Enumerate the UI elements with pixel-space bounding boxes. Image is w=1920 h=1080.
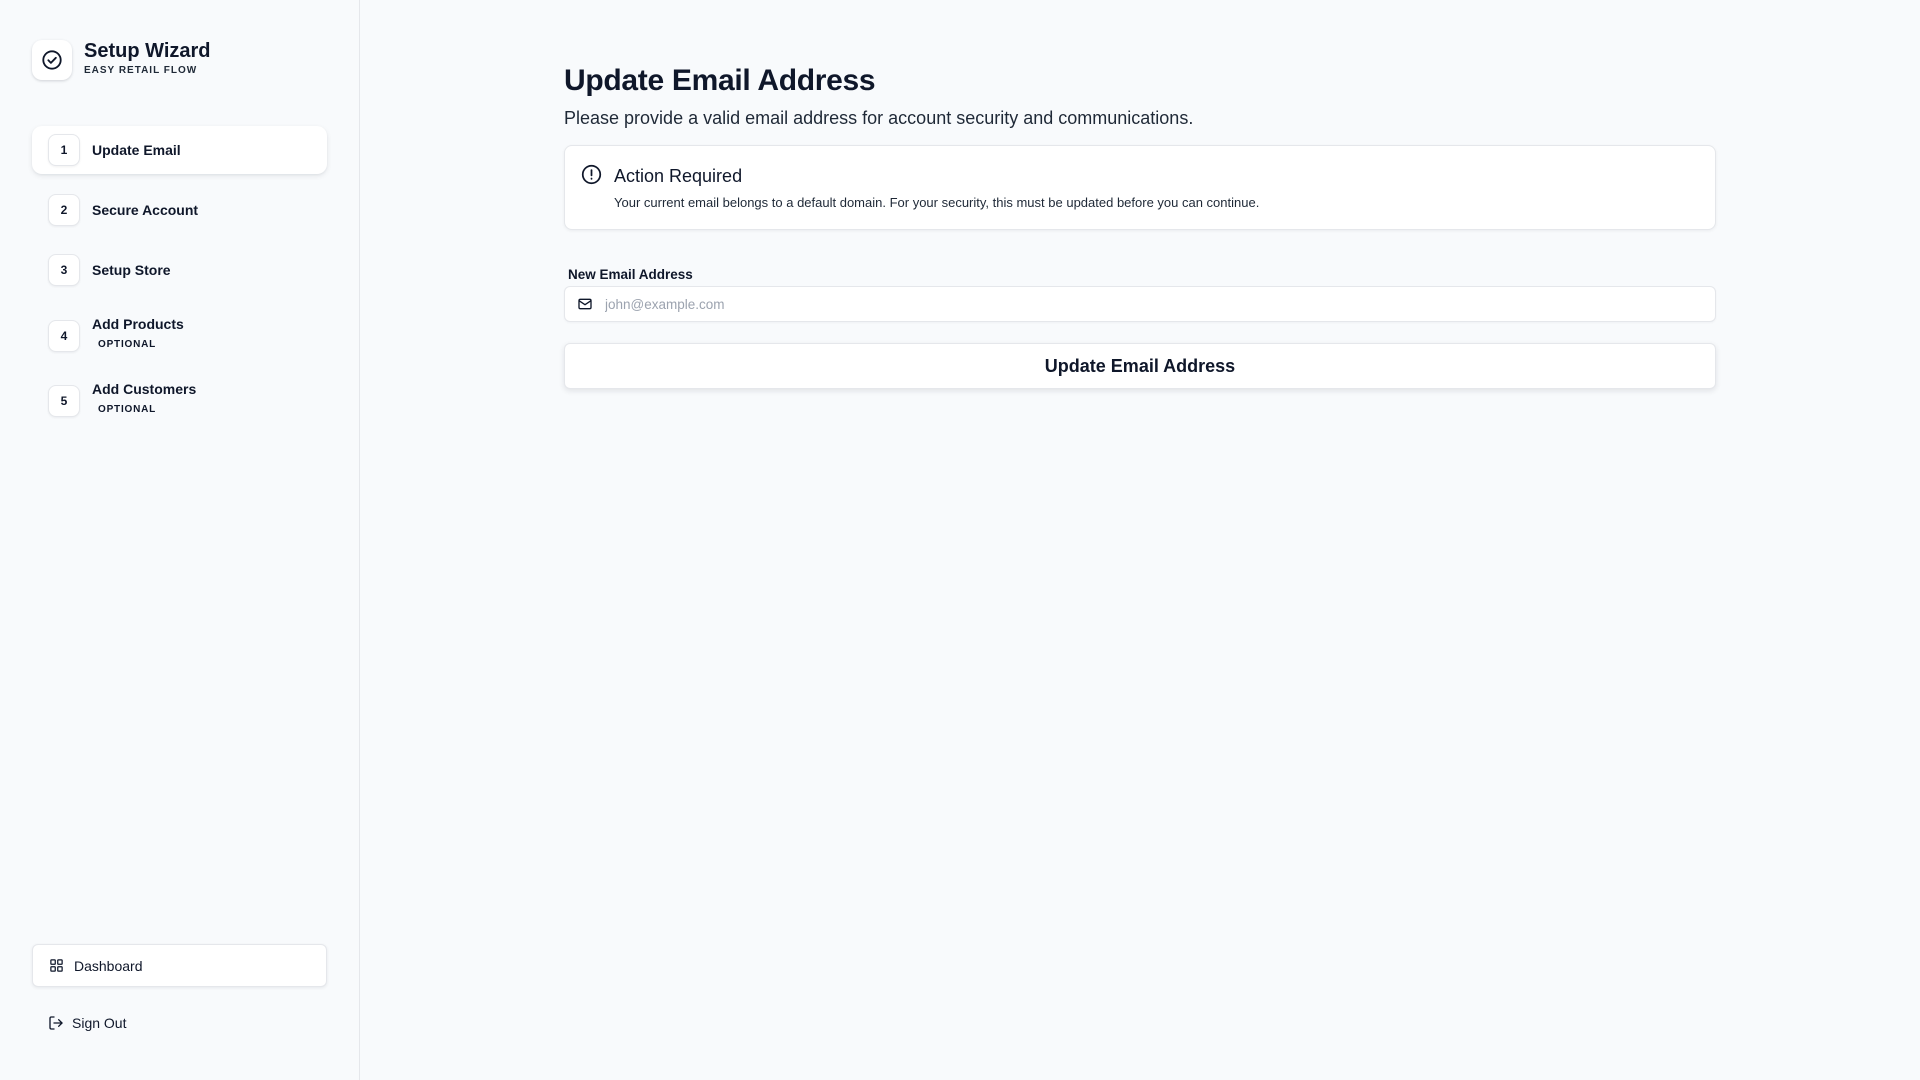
brand-title: Setup Wizard — [84, 39, 211, 62]
sign-out-label: Sign Out — [72, 1015, 127, 1031]
alert-circle-icon — [581, 164, 602, 185]
step-number: 5 — [48, 385, 80, 417]
step-body: Secure Account — [92, 194, 198, 219]
grid-icon — [50, 959, 63, 972]
step-add-customers[interactable]: 5 Add Customers OPTIONAL — [32, 371, 327, 425]
wizard-steps: 1 Update Email 2 Secure Account 3 Setup … — [32, 126, 327, 436]
step-number: 4 — [48, 320, 80, 352]
step-label: Add Products — [92, 316, 184, 332]
email-form-panel: Update Email Address Please provide a va… — [564, 64, 1716, 389]
step-secure-account[interactable]: 2 Secure Account — [32, 186, 327, 234]
step-number: 1 — [48, 134, 80, 166]
main-content: Update Email Address Please provide a va… — [360, 0, 1920, 1080]
email-input[interactable] — [605, 296, 1685, 312]
action-required-alert: Action Required Your current email belon… — [564, 145, 1716, 230]
step-label: Update Email — [92, 142, 181, 158]
step-add-products[interactable]: 4 Add Products OPTIONAL — [32, 306, 327, 360]
email-field-label: New Email Address — [568, 267, 693, 282]
step-body: Update Email — [92, 134, 181, 159]
step-setup-store[interactable]: 3 Setup Store — [32, 246, 327, 294]
check-circle-icon — [42, 50, 62, 70]
brand: Setup Wizard EASY RETAIL FLOW — [32, 34, 211, 80]
step-update-email[interactable]: 1 Update Email — [32, 126, 327, 174]
email-input-wrapper[interactable] — [564, 286, 1716, 322]
step-label: Add Customers — [92, 381, 197, 397]
dashboard-button[interactable]: Dashboard — [32, 944, 327, 987]
update-email-button[interactable]: Update Email Address — [564, 343, 1716, 389]
alert-message: Your current email belongs to a default … — [614, 195, 1260, 210]
brand-subtitle: EASY RETAIL FLOW — [84, 64, 198, 76]
optional-badge: OPTIONAL — [98, 403, 157, 415]
sidebar-bottom: Dashboard Sign Out — [32, 944, 327, 1041]
alert-body: Action Required Your current email belon… — [614, 164, 1259, 229]
sidebar: Setup Wizard EASY RETAIL FLOW 1 Update E… — [0, 0, 360, 1080]
step-body: Add Customers OPTIONAL — [92, 379, 196, 415]
logout-icon — [49, 1016, 63, 1030]
step-number: 3 — [48, 254, 80, 286]
sign-out-button[interactable]: Sign Out — [32, 1005, 327, 1041]
step-label: Setup Store — [92, 262, 171, 278]
alert-title: Action Required — [614, 166, 743, 186]
brand-text: Setup Wizard EASY RETAIL FLOW — [84, 39, 211, 76]
step-number: 2 — [48, 194, 80, 226]
dashboard-label: Dashboard — [74, 957, 143, 974]
mail-icon — [578, 298, 592, 310]
brand-logo — [32, 40, 72, 80]
optional-badge: OPTIONAL — [98, 338, 157, 350]
step-label: Secure Account — [92, 202, 199, 218]
step-body: Setup Store — [92, 254, 171, 279]
app-root: Setup Wizard EASY RETAIL FLOW 1 Update E… — [0, 0, 1920, 1080]
page-subtitle: Please provide a valid email address for… — [564, 108, 1194, 128]
step-body: Add Products OPTIONAL — [92, 314, 184, 350]
page-title: Update Email Address — [564, 64, 876, 97]
